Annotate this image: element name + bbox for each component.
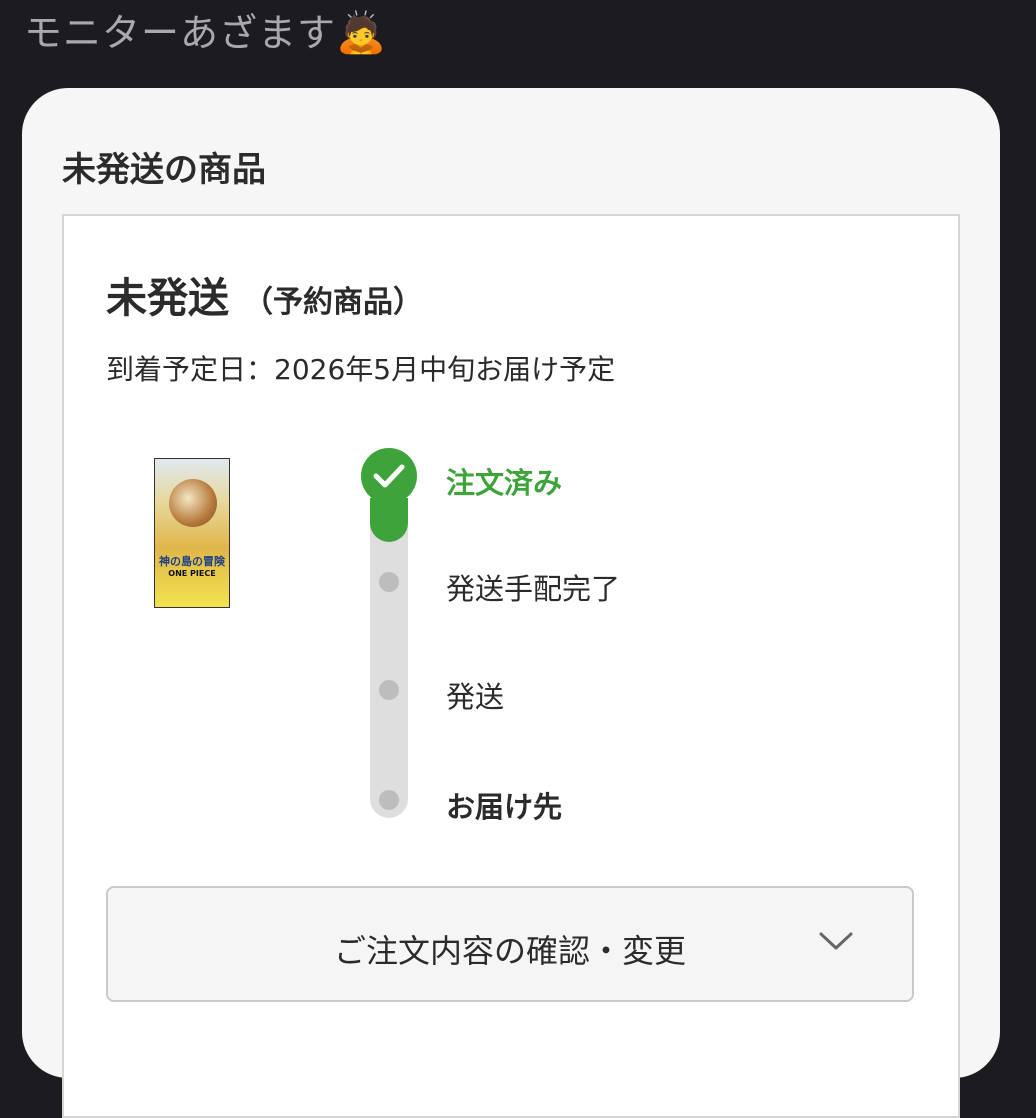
step-dot-icon xyxy=(379,680,399,700)
step-dot-icon xyxy=(379,572,399,592)
status-label: 未発送 xyxy=(106,274,229,322)
post-caption: モニターあざます🙇 xyxy=(24,6,387,60)
order-details-button[interactable]: ご注文内容の確認・変更 xyxy=(106,886,914,1002)
section-title: 未発送の商品 xyxy=(62,150,266,190)
order-details-label: ご注文内容の確認・変更 xyxy=(333,932,686,970)
order-card: 未発送の商品 未発送 （予約商品） 到着予定日：2026年5月中旬お届け予定 神の… xyxy=(22,88,1000,1118)
step-check-icon xyxy=(361,448,417,504)
order-panel: 未発送 （予約商品） 到着予定日：2026年5月中旬お届け予定 神の島の冒険 ON… xyxy=(62,214,960,1118)
product-image[interactable]: 神の島の冒険 ONE PIECE xyxy=(154,458,230,608)
step-dot-icon xyxy=(379,790,399,810)
caption-text: モニターあざます xyxy=(24,11,337,55)
product-logo: ONE PIECE xyxy=(168,569,216,578)
product-artwork xyxy=(169,479,217,527)
step-label-prepared: 発送手配完了 xyxy=(446,572,621,606)
step-label-destination: お届け先 xyxy=(446,790,563,824)
step-label-shipped: 発送 xyxy=(446,680,505,714)
arrival-date: 到着予定日：2026年5月中旬お届け予定 xyxy=(106,353,616,386)
product-title: 神の島の冒険 xyxy=(159,555,225,568)
chevron-down-icon xyxy=(819,932,853,950)
bowing-emoji-icon: 🙇 xyxy=(336,10,387,56)
status-note: （予約商品） xyxy=(243,285,423,320)
progress-track xyxy=(370,498,408,818)
step-label-ordered: 注文済み xyxy=(446,466,563,500)
progress-fill xyxy=(370,498,408,542)
order-status: 未発送 （予約商品） xyxy=(106,264,423,324)
